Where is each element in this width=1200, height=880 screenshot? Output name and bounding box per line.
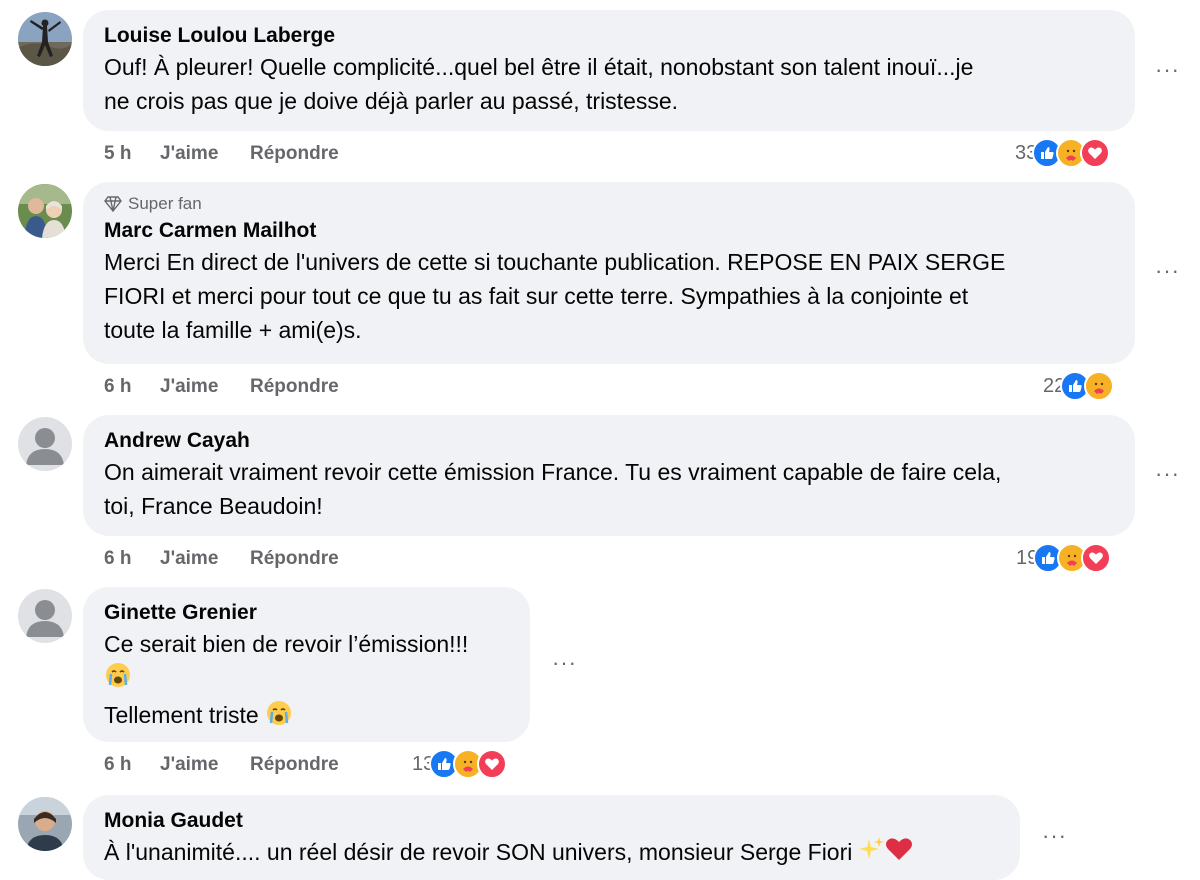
comment-author[interactable]: Monia Gaudet [104, 807, 998, 835]
comment-bubble: Ginette Grenier Ce serait bien de revoir… [83, 587, 530, 742]
comment-line: toute la famille + ami(e)s. [104, 317, 362, 343]
comment-line: À l'unanimité.... un réel désir de revoi… [104, 839, 853, 865]
avatar[interactable] [18, 417, 72, 471]
sparkles-emoji-icon [858, 836, 885, 871]
comment-author[interactable]: Andrew Cayah [104, 427, 1113, 455]
diamond-icon [104, 196, 122, 212]
avatar[interactable] [18, 589, 72, 643]
comment-actions: 6 h J'aime Répondre [104, 548, 339, 570]
comment-actions: 5 h J'aime Répondre [104, 143, 339, 165]
more-options-button[interactable]: ··· [1042, 825, 1067, 847]
comment-text: On aimerait vraiment revoir cette émissi… [104, 455, 1113, 523]
like-button[interactable]: J'aime [160, 754, 250, 776]
comment-time[interactable]: 6 h [104, 754, 160, 776]
comment-author[interactable]: Ginette Grenier [104, 599, 508, 627]
comment-actions: 6 h J'aime Répondre [104, 376, 339, 398]
avatar[interactable] [18, 12, 72, 66]
comment-line: On aimerait vraiment revoir cette émissi… [104, 459, 1002, 485]
comment-text: À l'unanimité.... un réel désir de revoi… [104, 835, 998, 871]
like-button[interactable]: J'aime [160, 143, 250, 165]
like-button[interactable]: J'aime [160, 376, 250, 398]
reaction-summary[interactable]: 13 [412, 749, 508, 779]
more-options-button[interactable]: ··· [552, 652, 577, 674]
crying-face-emoji-icon [265, 699, 293, 736]
reaction-summary[interactable]: 22 [1043, 371, 1115, 401]
comment-time[interactable]: 6 h [104, 548, 160, 570]
comment-text: Ce serait bien de revoir l’émission!!! Te… [104, 627, 508, 736]
care-reaction-icon [1084, 371, 1115, 401]
comment-bubble: Andrew Cayah On aimerait vraiment revoir… [83, 415, 1135, 536]
badge-label: Super fan [128, 194, 202, 213]
comment-bubble: Monia Gaudet À l'unanimité.... un réel d… [83, 795, 1020, 880]
like-button[interactable]: J'aime [160, 548, 250, 570]
comment-bubble: Super fan Marc Carmen Mailhot Merci En d… [83, 182, 1135, 364]
love-reaction-icon [1080, 138, 1111, 168]
reply-button[interactable]: Répondre [250, 754, 339, 776]
reply-button[interactable]: Répondre [250, 143, 339, 165]
comment-time[interactable]: 6 h [104, 376, 160, 398]
comment-line: ne crois pas que je doive déjà parler au… [104, 88, 679, 114]
love-reaction-icon [1081, 543, 1112, 573]
comment-actions: 6 h J'aime Répondre [104, 754, 339, 776]
reply-button[interactable]: Répondre [250, 376, 339, 398]
more-options-button[interactable]: ··· [1155, 260, 1180, 282]
comment-line: FIORI et merci pour tout ce que tu as fa… [104, 283, 969, 309]
comment-bubble: Louise Loulou Laberge Ouf! À pleurer! Qu… [83, 10, 1135, 131]
comment-text: Ouf! À pleurer! Quelle complicité...quel… [104, 50, 1113, 118]
comment-line: Tellement triste [104, 702, 259, 729]
comment-text: Merci En direct de l'univers de cette si… [104, 245, 1113, 347]
comment-line: Ouf! À pleurer! Quelle complicité...quel… [104, 54, 974, 80]
more-options-button[interactable]: ··· [1155, 463, 1180, 485]
comment-line: Merci En direct de l'univers de cette si… [104, 249, 1006, 275]
more-options-button[interactable]: ··· [1155, 59, 1180, 81]
comment-author[interactable]: Marc Carmen Mailhot [104, 217, 1113, 245]
comment-line: toi, France Beaudoin! [104, 493, 323, 519]
reaction-summary[interactable]: 19 [1016, 543, 1112, 573]
super-fan-badge: Super fan [104, 193, 1113, 215]
comment-line: Ce serait bien de revoir l’émission!!! [104, 631, 469, 657]
crying-face-emoji-icon [104, 661, 132, 698]
avatar[interactable] [18, 797, 72, 851]
red-heart-emoji-icon [885, 836, 913, 871]
avatar[interactable] [18, 184, 72, 238]
reply-button[interactable]: Répondre [250, 548, 339, 570]
comment-time[interactable]: 5 h [104, 143, 160, 165]
comment-author[interactable]: Louise Loulou Laberge [104, 22, 1113, 50]
love-reaction-icon [477, 749, 508, 779]
reaction-summary[interactable]: 33 [1015, 138, 1111, 168]
